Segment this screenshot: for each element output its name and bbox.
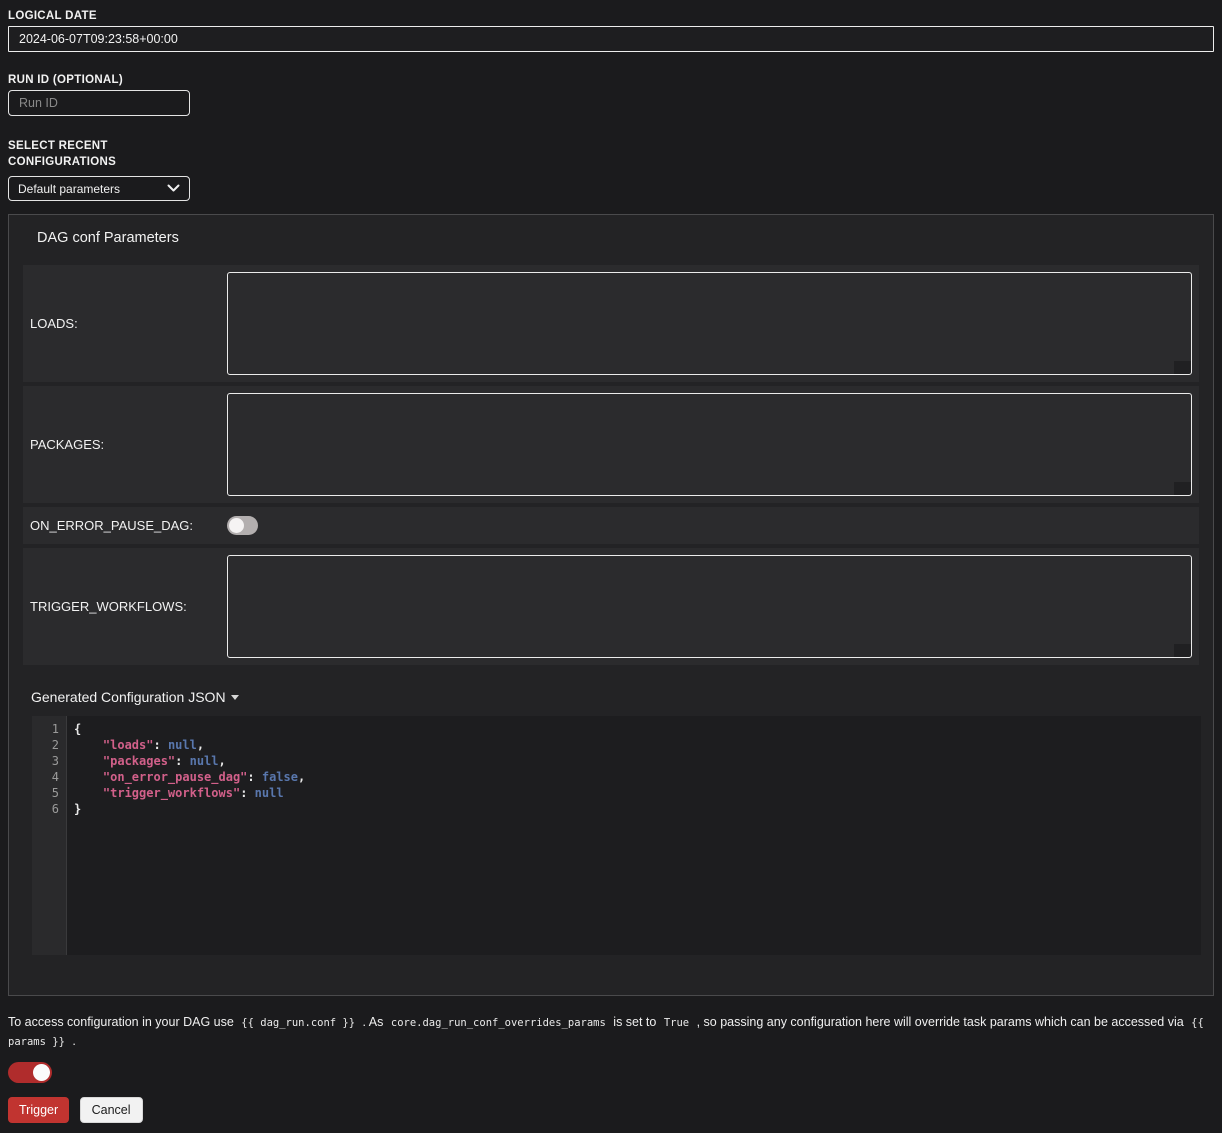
- dag-conf-parameters-section: DAG conf Parameters LOADS: PACKAGES: ON_…: [8, 214, 1214, 996]
- helper-text: To access configuration in your DAG use …: [8, 1013, 1214, 1051]
- json-editor: 123456 { "loads": null, "packages": null…: [32, 716, 1201, 955]
- packages-textarea[interactable]: [227, 393, 1192, 496]
- resize-grip[interactable]: [1174, 482, 1191, 495]
- json-code-area[interactable]: { "loads": null, "packages": null, "on_e…: [67, 716, 1201, 955]
- trigger-dag-form: LOGICAL DATE RUN ID (OPTIONAL) SELECT RE…: [8, 10, 1214, 1133]
- trigger-button[interactable]: Trigger: [8, 1097, 69, 1123]
- action-buttons: Trigger Cancel: [8, 1097, 1214, 1133]
- param-row-trigger-workflows: TRIGGER_WORKFLOWS:: [23, 548, 1199, 665]
- generated-json-heading[interactable]: Generated Configuration JSON: [31, 689, 239, 705]
- toggle-knob: [33, 1064, 50, 1081]
- cancel-button[interactable]: Cancel: [80, 1097, 143, 1123]
- on-error-pause-dag-label: ON_ERROR_PAUSE_DAG:: [30, 518, 227, 533]
- selected-configuration: Default parameters: [18, 182, 120, 196]
- trigger-workflows-label: TRIGGER_WORKFLOWS:: [30, 599, 227, 614]
- unpause-dag-toggle[interactable]: [8, 1062, 52, 1083]
- dag-conf-rows: LOADS: PACKAGES: ON_ERROR_PAUSE_DAG:: [23, 265, 1199, 665]
- run-id-label: RUN ID (OPTIONAL): [8, 74, 1214, 86]
- dag-conf-title: DAG conf Parameters: [37, 230, 1213, 246]
- on-error-pause-dag-toggle[interactable]: [227, 516, 258, 535]
- logical-date-input[interactable]: [8, 26, 1214, 52]
- line-number-gutter: 123456: [32, 716, 67, 955]
- param-row-loads: LOADS:: [23, 265, 1199, 382]
- recent-configurations-select[interactable]: Default parameters: [8, 176, 190, 201]
- toggle-knob: [229, 518, 244, 533]
- resize-grip[interactable]: [1174, 361, 1191, 374]
- logical-date-label: LOGICAL DATE: [8, 10, 1214, 22]
- run-id-input[interactable]: [8, 90, 190, 116]
- recent-configurations-label: SELECT RECENT CONFIGURATIONS: [8, 138, 1214, 170]
- loads-label: LOADS:: [30, 316, 227, 331]
- collapse-caret-icon: [231, 695, 239, 700]
- packages-label: PACKAGES:: [30, 437, 227, 452]
- resize-grip[interactable]: [1174, 644, 1191, 657]
- param-row-on-error-pause-dag: ON_ERROR_PAUSE_DAG:: [23, 507, 1199, 544]
- param-row-packages: PACKAGES:: [23, 386, 1199, 503]
- trigger-workflows-textarea[interactable]: [227, 555, 1192, 658]
- loads-textarea[interactable]: [227, 272, 1192, 375]
- chevron-down-icon: [167, 184, 180, 193]
